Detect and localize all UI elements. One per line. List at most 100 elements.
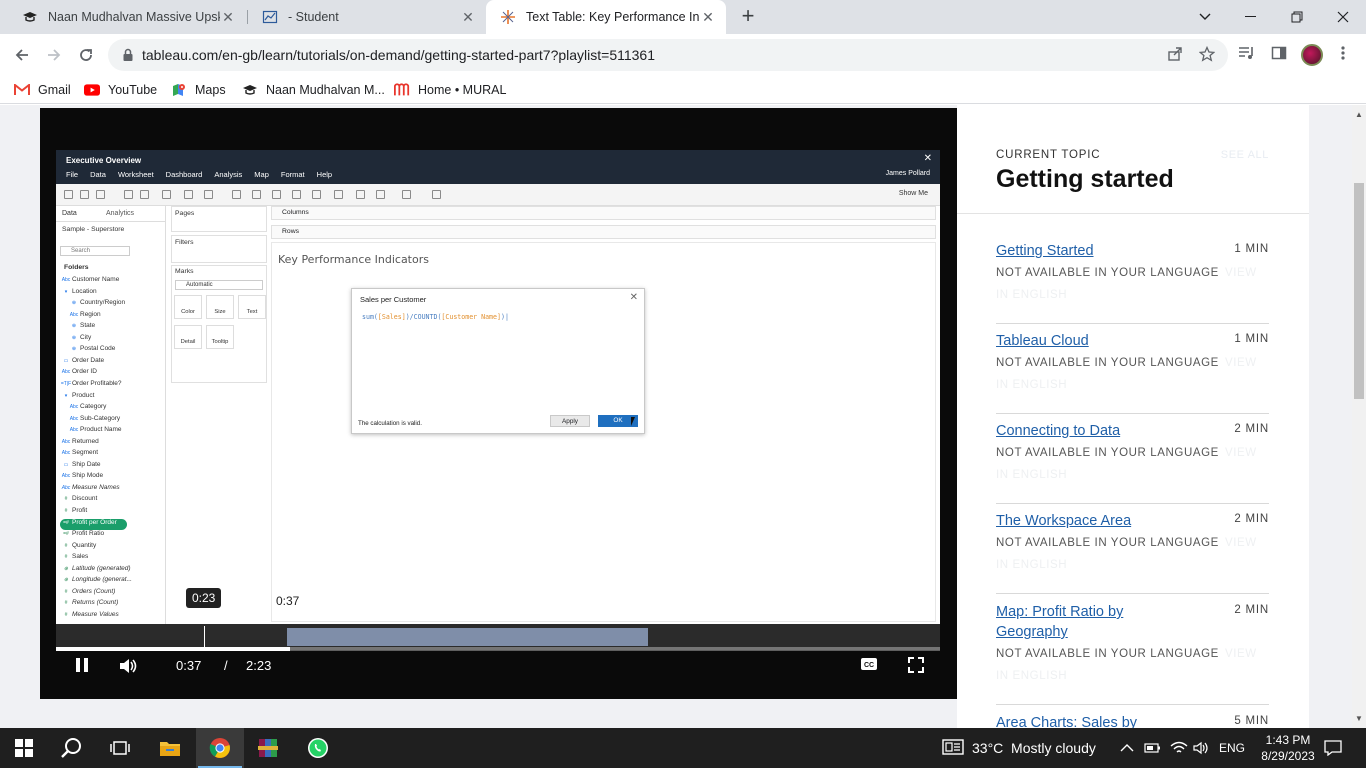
lock-icon[interactable] <box>120 47 136 63</box>
wifi-icon[interactable] <box>1170 728 1188 768</box>
see-all-link[interactable]: SEE ALL <box>1221 149 1269 161</box>
share-icon[interactable] <box>1166 46 1184 64</box>
whatsapp-icon[interactable] <box>294 728 342 768</box>
tab-search-chevron-icon[interactable] <box>1182 0 1228 34</box>
topic-link[interactable]: Getting Started <box>996 241 1166 261</box>
topic-language-note: NOT AVAILABLE IN YOUR LANGUAGE VIEW IN EN… <box>996 648 1257 682</box>
weather-text: 33°C Mostly cloudy <box>972 740 1096 756</box>
search-icon[interactable] <box>48 728 96 768</box>
topic-language-note: NOT AVAILABLE IN YOUR LANGUAGE VIEW IN EN… <box>996 357 1257 391</box>
total-duration: 2:23 <box>246 657 272 673</box>
winrar-icon[interactable] <box>244 728 292 768</box>
tab-text-table[interactable]: Text Table: Key Performance Indic ✕ <box>486 0 726 34</box>
bookmark-youtube[interactable]: YouTube <box>84 81 157 99</box>
chrome-icon[interactable] <box>196 728 244 768</box>
menu-dots-icon[interactable] <box>1333 45 1353 65</box>
page-scrollbar[interactable]: ▲ ▼ <box>1352 105 1366 728</box>
tab-title: - Student <box>288 10 339 24</box>
bookmark-naan-mudhalvan[interactable]: Naan Mudhalvan M... <box>242 81 385 99</box>
field-label: State <box>80 322 96 330</box>
tab-naan-mudhalvan[interactable]: Naan Mudhalvan Massive Upskilli ✕ <box>8 0 246 34</box>
media-control-icon[interactable] <box>1237 45 1257 65</box>
bookmark-mural[interactable]: Home • MURAL <box>394 81 506 99</box>
field-type-icon: # <box>64 554 68 561</box>
user-name: James Pollard <box>885 170 930 177</box>
scrollbar-thumb[interactable] <box>1354 183 1364 399</box>
menu-item: File <box>66 170 79 179</box>
task-view-icon[interactable] <box>96 728 144 768</box>
topic-link[interactable]: The Workspace Area <box>996 511 1166 531</box>
video-player[interactable]: Executive Overview ✕ File Data Worksheet Da… <box>40 108 957 699</box>
fullscreen-icon[interactable] <box>906 657 926 675</box>
tab-student[interactable]: - Student ✕ <box>248 0 486 34</box>
field-item: Abc Sub-Category <box>68 415 120 426</box>
close-tab-icon[interactable]: ✕ <box>700 9 716 25</box>
show-hidden-icons-chevron-icon[interactable] <box>1120 728 1134 768</box>
profile-avatar[interactable] <box>1301 44 1323 66</box>
data-tab: Data <box>62 210 77 217</box>
close-tab-icon[interactable]: ✕ <box>460 9 476 25</box>
seek-hover-marker <box>204 626 205 648</box>
closed-captions-icon[interactable]: CC <box>859 657 879 675</box>
field-label: Order ID <box>72 368 97 376</box>
current-topic-label: CURRENT TOPIC <box>996 149 1101 161</box>
windows-start-icon[interactable] <box>0 728 48 768</box>
time-separator: / <box>224 657 228 673</box>
battery-icon[interactable] <box>1144 728 1162 768</box>
scroll-down-icon[interactable]: ▼ <box>1355 715 1363 723</box>
field-label: Measure Values <box>72 610 119 618</box>
calculation-formula: sum([Sales])/COUNTD([Customer Name])| <box>362 313 509 321</box>
field-type-icon: ▾ <box>64 392 68 399</box>
field-type-icon: ⊕ <box>63 577 69 584</box>
topic-item: Area Charts: Sales by 5 MIN <box>996 713 1269 728</box>
language-indicator[interactable]: ENG <box>1219 728 1245 768</box>
file-explorer-icon[interactable] <box>146 728 194 768</box>
topic-language-note: NOT AVAILABLE IN YOUR LANGUAGE VIEW IN EN… <box>996 537 1257 571</box>
topic-link[interactable]: Area Charts: Sales by <box>996 713 1196 728</box>
seek-bar[interactable] <box>56 647 940 651</box>
field-label: Location <box>72 287 97 295</box>
field-label: Postal Code <box>80 345 116 353</box>
taskbar-clock[interactable]: 1:43 PM 8/29/2023 <box>1258 732 1318 764</box>
field-item: Abc Returned <box>60 438 99 449</box>
filters-card <box>171 235 267 263</box>
scroll-up-icon[interactable]: ▲ <box>1355 111 1363 119</box>
reload-icon[interactable] <box>72 41 100 69</box>
bookmark-gmail[interactable]: Gmail <box>14 81 71 99</box>
back-arrow-icon[interactable] <box>8 41 36 69</box>
bookmark-star-icon[interactable] <box>1198 45 1216 64</box>
field-label: Discount <box>72 495 98 503</box>
bookmarks-bar: Gmail YouTube Maps Naan Mudhalvan M... H… <box>0 76 1366 104</box>
bookmark-label: Maps <box>195 83 226 97</box>
topic-sidebar: CURRENT TOPIC SEE ALL Getting started Ge… <box>957 105 1309 728</box>
apply-button: Apply <box>550 415 590 427</box>
close-tab-icon[interactable]: ✕ <box>220 9 236 25</box>
restore-icon[interactable] <box>1274 0 1320 34</box>
pause-icon[interactable] <box>72 657 92 675</box>
speaker-icon[interactable] <box>1193 728 1211 768</box>
address-bar[interactable]: tableau.com/en-gb/learn/tutorials/on-dem… <box>108 39 1228 71</box>
topic-link[interactable]: Map: Profit Ratio by Geography <box>996 602 1166 642</box>
rows-shelf: Rows <box>271 225 936 239</box>
field-label: Profit Ratio <box>72 530 105 538</box>
bookmark-maps[interactable]: Maps <box>171 81 226 99</box>
topic-link[interactable]: Tableau Cloud <box>996 331 1166 351</box>
field-item: # Sales <box>60 553 89 564</box>
notifications-icon[interactable] <box>1324 728 1342 768</box>
field-item: Abc Customer Name <box>60 276 120 287</box>
minimize-icon[interactable] <box>1228 0 1274 34</box>
field-item: Abc Ship Mode <box>60 472 103 483</box>
side-panel-icon[interactable] <box>1269 45 1289 65</box>
weather-widget[interactable]: 33°C Mostly cloudy <box>942 728 1096 768</box>
new-tab-button[interactable]: + <box>736 5 760 29</box>
close-window-icon[interactable] <box>1320 0 1366 34</box>
field-item: ⊕ Country/Region <box>68 299 125 310</box>
topic-link[interactable]: Connecting to Data <box>996 421 1166 441</box>
close-icon: ✕ <box>923 153 932 164</box>
field-label: Returned <box>72 437 99 445</box>
forward-arrow-icon[interactable] <box>40 41 68 69</box>
field-item: =T|FOrder Profitable? <box>60 380 122 391</box>
volume-icon[interactable] <box>118 657 138 675</box>
field-item: ▾ Location <box>60 288 97 299</box>
field-item: ⊕ Latitude (generated) <box>60 565 131 576</box>
